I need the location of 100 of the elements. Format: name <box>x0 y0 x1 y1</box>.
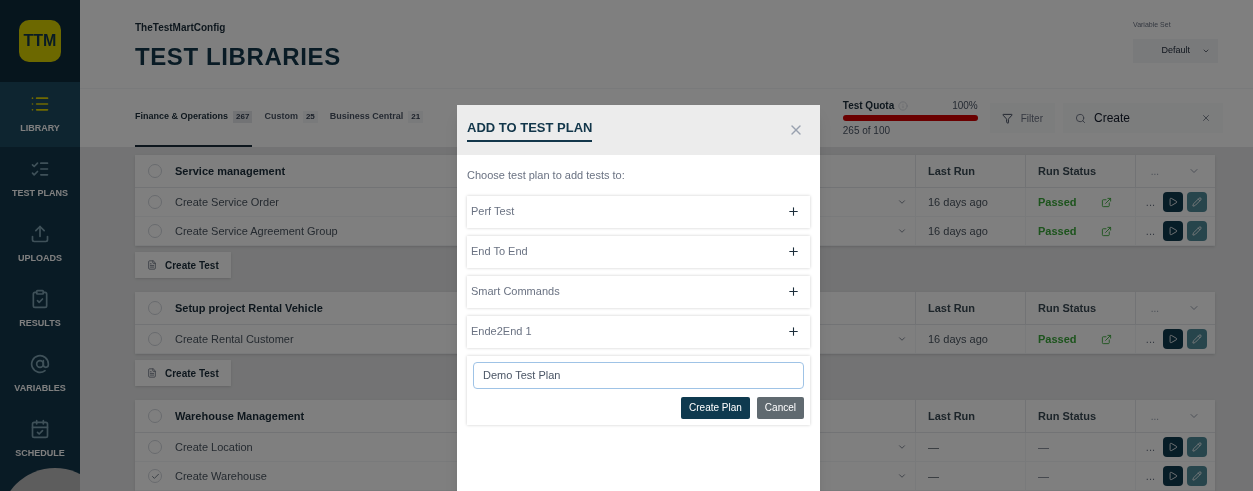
play-icon <box>1168 442 1178 452</box>
quota-count: 265 of 100 <box>842 124 892 139</box>
nav-item[interactable]: TEST PLANS <box>0 147 80 212</box>
last-run: 16 days ago <box>928 223 988 239</box>
caret-icon[interactable] <box>897 334 907 344</box>
plus-icon <box>787 245 800 258</box>
column-header: Run Status <box>1038 163 1097 179</box>
plus-icon <box>787 285 800 298</box>
document-icon <box>147 260 157 270</box>
logo[interactable]: TTM <box>19 20 61 62</box>
document-icon <box>147 368 157 378</box>
plan-item[interactable]: Smart Commands <box>467 275 810 308</box>
caret-icon[interactable] <box>897 471 907 481</box>
create-test-button[interactable]: Create Test <box>135 360 231 386</box>
nav-item[interactable]: LIBRARY <box>0 82 80 147</box>
run-button[interactable] <box>1163 192 1183 212</box>
run-button[interactable] <box>1163 329 1183 349</box>
test-name[interactable]: Create Warehouse <box>175 469 267 482</box>
group-name: Setup project Rental Vehicle <box>175 301 323 314</box>
column-header: Run Status <box>1038 408 1097 424</box>
more-menu[interactable]: ... <box>1150 408 1159 424</box>
external-link-icon[interactable] <box>1100 225 1112 237</box>
caret-icon[interactable] <box>897 197 907 207</box>
column-header: Last Run <box>928 300 976 316</box>
nav-item[interactable]: UPLOADS <box>0 212 80 277</box>
page-title: TEST LIBRARIES <box>135 42 341 72</box>
tab[interactable]: Finance & Operations 267 <box>135 89 253 147</box>
tab[interactable]: Custom 25 <box>264 89 318 147</box>
create-test-button[interactable]: Create Test <box>135 252 231 278</box>
last-run: 16 days ago <box>928 331 988 347</box>
test-name[interactable]: Create Service Agreement Group <box>175 224 338 237</box>
edit-button[interactable] <box>1187 192 1207 212</box>
nav-item[interactable]: VARIABLES <box>0 342 80 407</box>
edit-button[interactable] <box>1187 329 1207 349</box>
last-run: — <box>928 468 939 484</box>
more-menu[interactable]: ... <box>1150 163 1159 179</box>
nav-icon <box>30 418 50 439</box>
last-run: 16 days ago <box>928 194 988 210</box>
run-button[interactable] <box>1163 466 1183 486</box>
plan-item[interactable]: Ende2End 1 <box>467 315 810 348</box>
variable-set-select[interactable]: Default <box>1133 38 1218 63</box>
more-menu[interactable]: ... <box>1150 300 1159 316</box>
column-header: Last Run <box>928 408 976 424</box>
external-link-icon[interactable] <box>1100 196 1112 208</box>
plan-item[interactable]: Perf Test <box>467 195 810 228</box>
create-plan-button[interactable]: Create Plan <box>681 396 750 419</box>
run-status: Passed <box>1038 331 1077 347</box>
play-icon <box>1168 197 1178 207</box>
more-menu[interactable]: ... <box>1145 330 1155 348</box>
column-header: Last Run <box>928 163 976 179</box>
cancel-button[interactable]: Cancel <box>756 396 804 419</box>
play-icon <box>1168 471 1178 481</box>
caret-icon[interactable] <box>897 226 907 236</box>
run-button[interactable] <box>1163 221 1183 241</box>
tab[interactable]: Business Central 21 <box>329 89 424 147</box>
nav-icon <box>30 223 50 244</box>
pencil-icon <box>1192 334 1202 344</box>
pencil-icon <box>1192 226 1202 236</box>
test-name[interactable]: Create Rental Customer <box>175 332 294 345</box>
plan-item[interactable]: End To End <box>467 235 810 268</box>
more-menu[interactable]: ... <box>1145 193 1155 211</box>
run-status: — <box>1038 468 1049 484</box>
modal-title: ADD TO TEST PLAN <box>467 118 593 142</box>
caret-icon[interactable] <box>897 442 907 452</box>
more-menu[interactable]: ... <box>1145 438 1155 456</box>
quota-label: Test Quota <box>842 99 895 114</box>
group-name: Warehouse Management <box>175 409 305 422</box>
nav-icon <box>30 288 50 309</box>
pencil-icon <box>1192 442 1202 452</box>
check-icon <box>150 471 160 481</box>
plus-icon <box>787 205 800 218</box>
plan-name-input[interactable]: Demo Test Plan <box>473 361 804 389</box>
search-input[interactable]: Create <box>1094 109 1193 128</box>
test-name[interactable]: Create Service Order <box>175 195 279 208</box>
tab-count: 267 <box>233 111 253 124</box>
run-status: — <box>1038 439 1049 455</box>
more-menu[interactable]: ... <box>1145 467 1155 485</box>
filter-icon <box>1001 112 1013 124</box>
tab-count: 21 <box>408 111 424 124</box>
edit-button[interactable] <box>1187 221 1207 241</box>
play-icon <box>1168 226 1178 236</box>
plus-icon <box>787 325 800 338</box>
test-name[interactable]: Create Location <box>175 440 253 453</box>
play-icon <box>1168 334 1178 344</box>
nav-item[interactable]: RESULTS <box>0 277 80 342</box>
nav-icon <box>30 353 50 374</box>
modal-prompt: Choose test plan to add tests to: <box>467 168 626 183</box>
external-link-icon[interactable] <box>1100 333 1112 345</box>
edit-button[interactable] <box>1187 437 1207 457</box>
quota-percent: 100% <box>952 99 978 114</box>
group-name: Service management <box>175 164 286 177</box>
search-icon <box>1075 112 1086 124</box>
pencil-icon <box>1192 197 1202 207</box>
column-header: Run Status <box>1038 300 1097 316</box>
run-button[interactable] <box>1163 437 1183 457</box>
clear-icon[interactable] <box>1201 113 1211 124</box>
more-menu[interactable]: ... <box>1145 222 1155 240</box>
run-status: Passed <box>1038 194 1077 210</box>
project-name: TheTestMartConfig <box>135 21 227 35</box>
edit-button[interactable] <box>1187 466 1207 486</box>
